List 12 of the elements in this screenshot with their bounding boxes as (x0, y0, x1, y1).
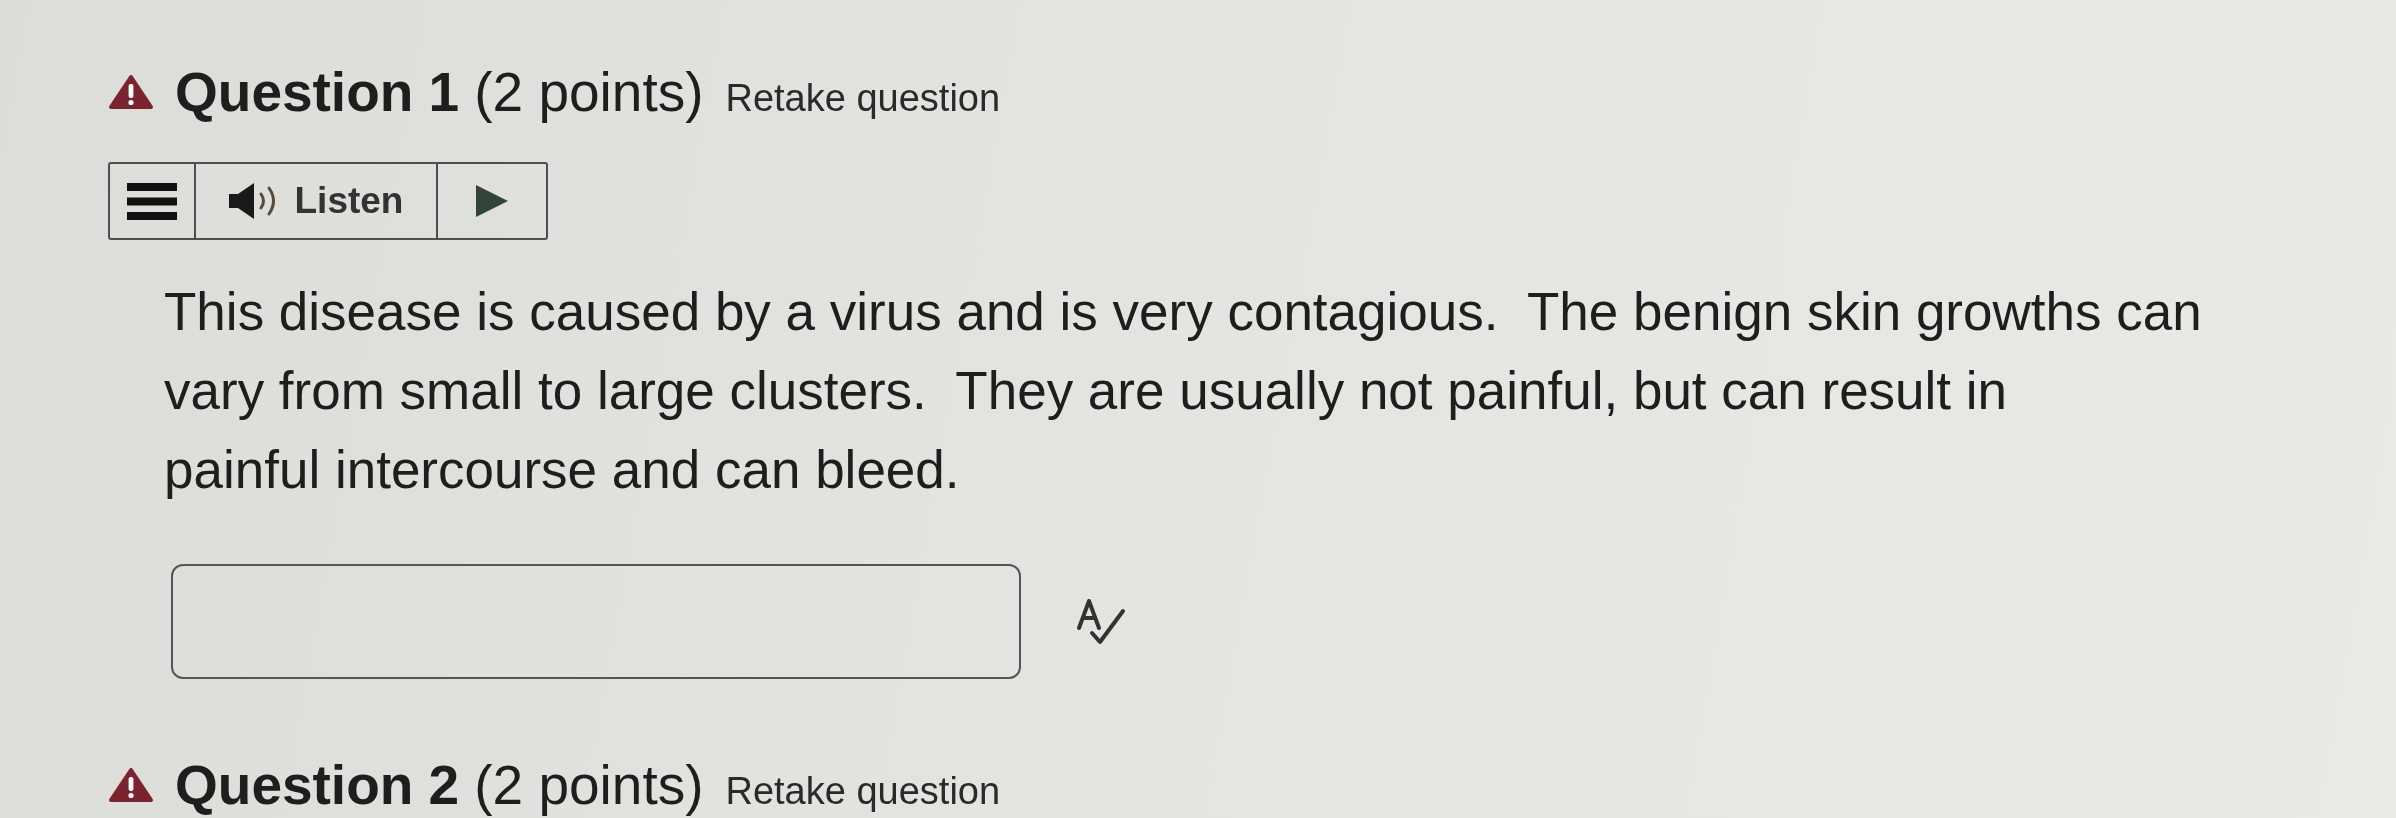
question-points: (2 points) (474, 60, 704, 125)
question-title: Question 2 (175, 753, 460, 818)
menu-icon (127, 182, 177, 220)
question-points: (2 points) (474, 753, 704, 818)
listen-button[interactable]: Listen (196, 164, 438, 238)
spellcheck-icon[interactable] (1076, 598, 1126, 645)
play-icon (476, 185, 508, 217)
retake-label: Retake question (725, 769, 1001, 814)
retake-label: Retake question (725, 76, 1001, 121)
question-text: This disease is caused by a virus and is very contagious. The benign skin growths can vary from small to large clusters. They are usually not painful, but can result in painful intercourse and can bleed. (164, 281, 2202, 501)
question-title: Question 1 (175, 60, 460, 125)
answer-input[interactable] (171, 564, 1021, 679)
